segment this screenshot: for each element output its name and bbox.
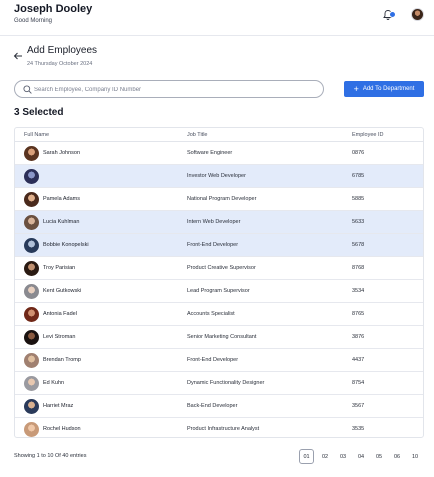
employee-name: Pamela Adams <box>43 196 80 202</box>
job-title: Software Engineer <box>187 150 233 156</box>
employee-name: Sarah Johnson <box>43 150 80 156</box>
greeting-text: Good Morning <box>14 18 53 24</box>
add-to-department-button[interactable]: + Add To Department <box>344 81 424 97</box>
avatar <box>24 376 39 391</box>
employee-name: Antonia Fadel <box>43 311 77 317</box>
job-title: Dynamic Functionality Designer <box>187 380 265 386</box>
column-header-job-title: Job Title <box>187 132 208 138</box>
avatar <box>24 422 39 437</box>
table-row[interactable]: Sarah Johnson Software Engineer 0876 <box>15 142 423 165</box>
job-title: National Program Developer <box>187 196 257 202</box>
table-row[interactable]: Bobbie Konopelski Front-End Developer 5678 <box>15 234 423 257</box>
selected-count: 3 Selected <box>14 107 64 118</box>
search-icon <box>23 85 32 94</box>
table-row[interactable]: Pamela Adams National Program Developer 58… <box>15 188 423 211</box>
column-header-full-name: Full Name <box>24 132 50 138</box>
table-row[interactable]: Investor Web Developer 6785 <box>15 165 423 188</box>
top-bar: Joseph Dooley Good Morning <box>0 0 434 36</box>
table-row[interactable]: Kent Gutkowski Lead Program Supervisor 353… <box>15 280 423 303</box>
avatar <box>24 192 39 207</box>
page-title: Add Employees <box>27 45 98 56</box>
employee-id: 5678 <box>352 242 365 248</box>
job-title: Front-End Developer <box>187 242 239 248</box>
user-name: Joseph Dooley <box>14 3 93 15</box>
page-button-06[interactable]: 06 <box>390 449 404 464</box>
employee-name: Lucia Kuhlman <box>43 219 80 225</box>
employee-id: 0876 <box>352 150 365 156</box>
job-title: Back-End Developer <box>187 403 238 409</box>
employee-id: 6785 <box>352 173 365 179</box>
employee-id: 8768 <box>352 265 365 271</box>
employee-name: Ed Kuhn <box>43 380 65 386</box>
employee-id: 5885 <box>352 196 365 202</box>
pagination-info: Showing 1 to 10 Of 40 entries <box>14 453 87 459</box>
employees-table: Full Name Job Title Employee ID Sarah Jo… <box>14 127 424 438</box>
page-button-10[interactable]: 10 <box>408 449 422 464</box>
profile-avatar[interactable] <box>411 8 424 21</box>
table-row[interactable]: Levi Stroman Senior Marketing Consultant 3… <box>15 326 423 349</box>
search-input[interactable] <box>34 84 314 95</box>
employee-id: 8765 <box>352 311 365 317</box>
employee-id: 3876 <box>352 334 365 340</box>
avatar <box>24 261 39 276</box>
employee-id: 4437 <box>352 357 365 363</box>
table-row[interactable]: Antonia Fadel Accounts Specialist 8765 <box>15 303 423 326</box>
avatar <box>24 238 39 253</box>
arrow-left-icon <box>13 52 22 60</box>
job-title: Intern Web Developer <box>187 219 241 225</box>
search-box[interactable] <box>14 80 324 98</box>
table-row[interactable]: Harriet Mraz Back-End Developer 3567 <box>15 395 423 418</box>
column-header-employee-id: Employee ID <box>352 132 384 138</box>
add-to-department-label: Add To Department <box>362 86 415 92</box>
employee-name: Brendan Tromp <box>43 357 81 363</box>
avatar <box>24 215 39 230</box>
employee-id: 3534 <box>352 288 365 294</box>
employee-id: 5633 <box>352 219 365 225</box>
job-title: Accounts Specialist <box>187 311 235 317</box>
avatar <box>24 284 39 299</box>
notification-button[interactable] <box>382 9 396 21</box>
employee-name: Harriet Mraz <box>43 403 74 409</box>
avatar <box>24 146 39 161</box>
table-row[interactable]: Ed Kuhn Dynamic Functionality Designer 875… <box>15 372 423 395</box>
job-title: Product Infrastructure Analyst <box>187 426 260 432</box>
employee-name: Kent Gutkowski <box>43 288 82 294</box>
avatar <box>24 330 39 345</box>
job-title: Investor Web Developer <box>187 173 246 179</box>
page-button-04[interactable]: 04 <box>354 449 368 464</box>
table-row[interactable]: Lucia Kuhlman Intern Web Developer 5633 <box>15 211 423 234</box>
employee-id: 3535 <box>352 426 365 432</box>
avatar <box>24 169 39 184</box>
table-header: Full Name Job Title Employee ID <box>15 128 423 142</box>
job-title: Product Creative Supervisor <box>187 265 256 271</box>
avatar <box>24 399 39 414</box>
page-button-01[interactable]: 01 <box>299 449 314 464</box>
page-button-05[interactable]: 05 <box>372 449 386 464</box>
avatar <box>24 353 39 368</box>
job-title: Senior Marketing Consultant <box>187 334 257 340</box>
job-title: Front-End Developer <box>187 357 239 363</box>
employee-id: 3567 <box>352 403 365 409</box>
avatar <box>24 307 39 322</box>
plus-icon: + <box>353 83 359 94</box>
employee-name: Levi Stroman <box>43 334 76 340</box>
page-date: 24 Thursday October 2024 <box>27 61 93 67</box>
notification-badge <box>389 11 396 18</box>
employee-name: Bobbie Konopelski <box>43 242 89 248</box>
table-row[interactable]: Brendan Tromp Front-End Developer 4437 <box>15 349 423 372</box>
job-title: Lead Program Supervisor <box>187 288 250 294</box>
page-button-02[interactable]: 02 <box>318 449 332 464</box>
back-button[interactable] <box>13 51 23 61</box>
page-button-03[interactable]: 03 <box>336 449 350 464</box>
table-row[interactable]: Rochel Hudson Product Infrastructure Anal… <box>15 418 423 437</box>
employee-name: Rochel Hudson <box>43 426 81 432</box>
table-row[interactable]: Troy Parisian Product Creative Supervisor… <box>15 257 423 280</box>
employee-id: 8754 <box>352 380 365 386</box>
employee-name: Troy Parisian <box>43 265 76 271</box>
